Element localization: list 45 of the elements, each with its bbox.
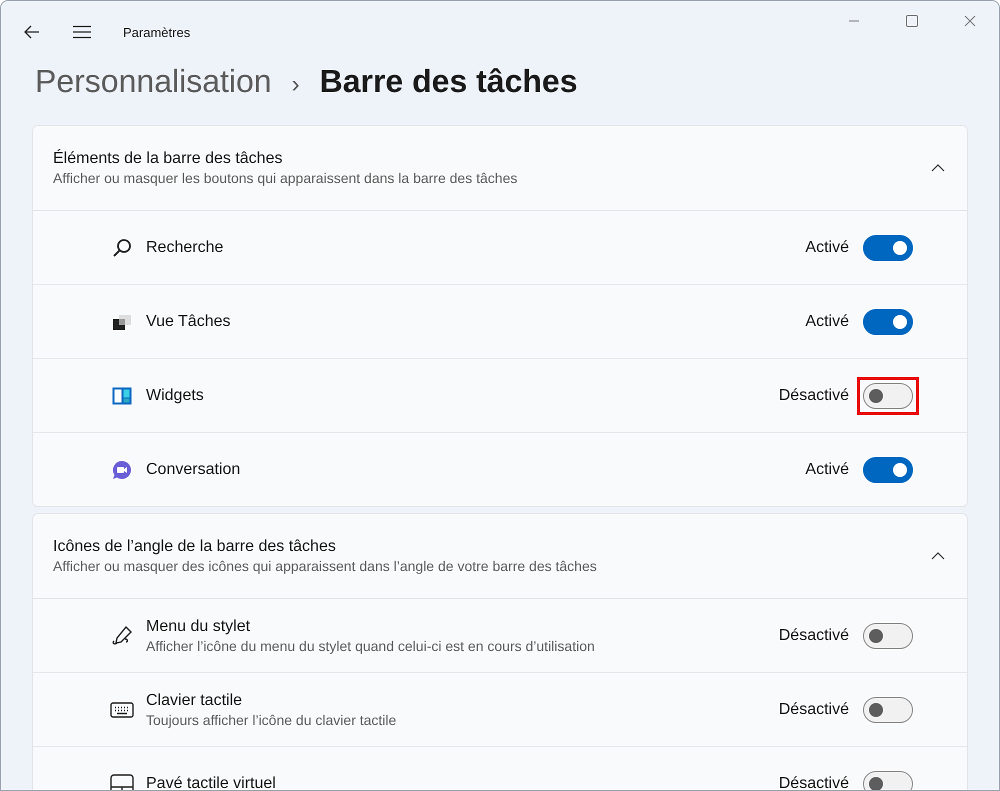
section-title: Éléments de la barre des tâches [53, 150, 284, 168]
keyboard-icon [110, 700, 134, 718]
widgets-icon [112, 386, 132, 406]
toggle-status: Désactivé [778, 700, 849, 718]
pen-icon [111, 624, 133, 646]
chevron-icon[interactable] [931, 164, 945, 172]
toggle-switch[interactable] [863, 770, 913, 790]
maximize-icon [906, 15, 918, 27]
toggle-switch[interactable] [863, 696, 913, 722]
section-header[interactable]: Icônes de l’angle de la barre des tâches Afficher ou masquer des icônes qui apparaissent dans l’angle de votre barre des tâches [33, 514, 967, 599]
toggle-switch[interactable] [863, 622, 913, 648]
setting-label: Recherche [146, 238, 224, 256]
breadcrumb-link[interactable]: Personnalisation [35, 63, 272, 100]
menu-icon [73, 25, 91, 39]
section-subtitle: Afficher ou masquer les boutons qui apparaissent dans la barre des tâches [53, 170, 518, 186]
section-header[interactable]: Éléments de la barre des tâches Afficher ou masquer les boutons qui apparaissent dans la barre des tâches [33, 126, 967, 211]
toggle-switch[interactable] [863, 456, 913, 482]
page-title: Barre des tâches [320, 63, 578, 100]
close-icon [964, 15, 976, 27]
toggle-status: Activé [805, 238, 849, 256]
toggle-switch[interactable] [863, 234, 913, 260]
search-icon [112, 238, 132, 258]
toggle-status: Activé [805, 460, 849, 478]
setting-label: Conversation [146, 460, 242, 478]
breadcrumb-separator: › [292, 71, 300, 99]
setting-label: Menu du stylet [146, 618, 252, 636]
toggle-status: Activé [805, 312, 849, 330]
setting-label: Vue Tâches [146, 312, 232, 330]
setting-description: Toujours afficher l’icône du clavier tactile [146, 712, 398, 728]
chat-icon [112, 460, 132, 480]
toggle-status: Désactivé [778, 386, 849, 404]
toggle-status: Désactivé [778, 774, 849, 790]
chevron-icon[interactable] [931, 552, 945, 560]
section-title: Icônes de l’angle de la barre des tâches [53, 538, 337, 556]
setting-description: Afficher l’icône du menu du stylet quand celui-ci est en cours d’utilisation [146, 638, 596, 654]
back-arrow-icon [24, 25, 40, 39]
touchpad-icon [110, 774, 134, 790]
setting-label: Pavé tactile virtuel [146, 774, 277, 790]
window-title: Paramètres [123, 24, 190, 40]
toggle-switch[interactable] [863, 382, 913, 408]
setting-label: Clavier tactile [146, 692, 244, 710]
setting-label: Widgets [146, 386, 205, 404]
toggle-switch[interactable] [863, 308, 913, 334]
toggle-status: Désactivé [778, 626, 849, 644]
section-subtitle: Afficher ou masquer des icônes qui apparaissent dans l’angle de votre barre des tâches [53, 558, 598, 574]
